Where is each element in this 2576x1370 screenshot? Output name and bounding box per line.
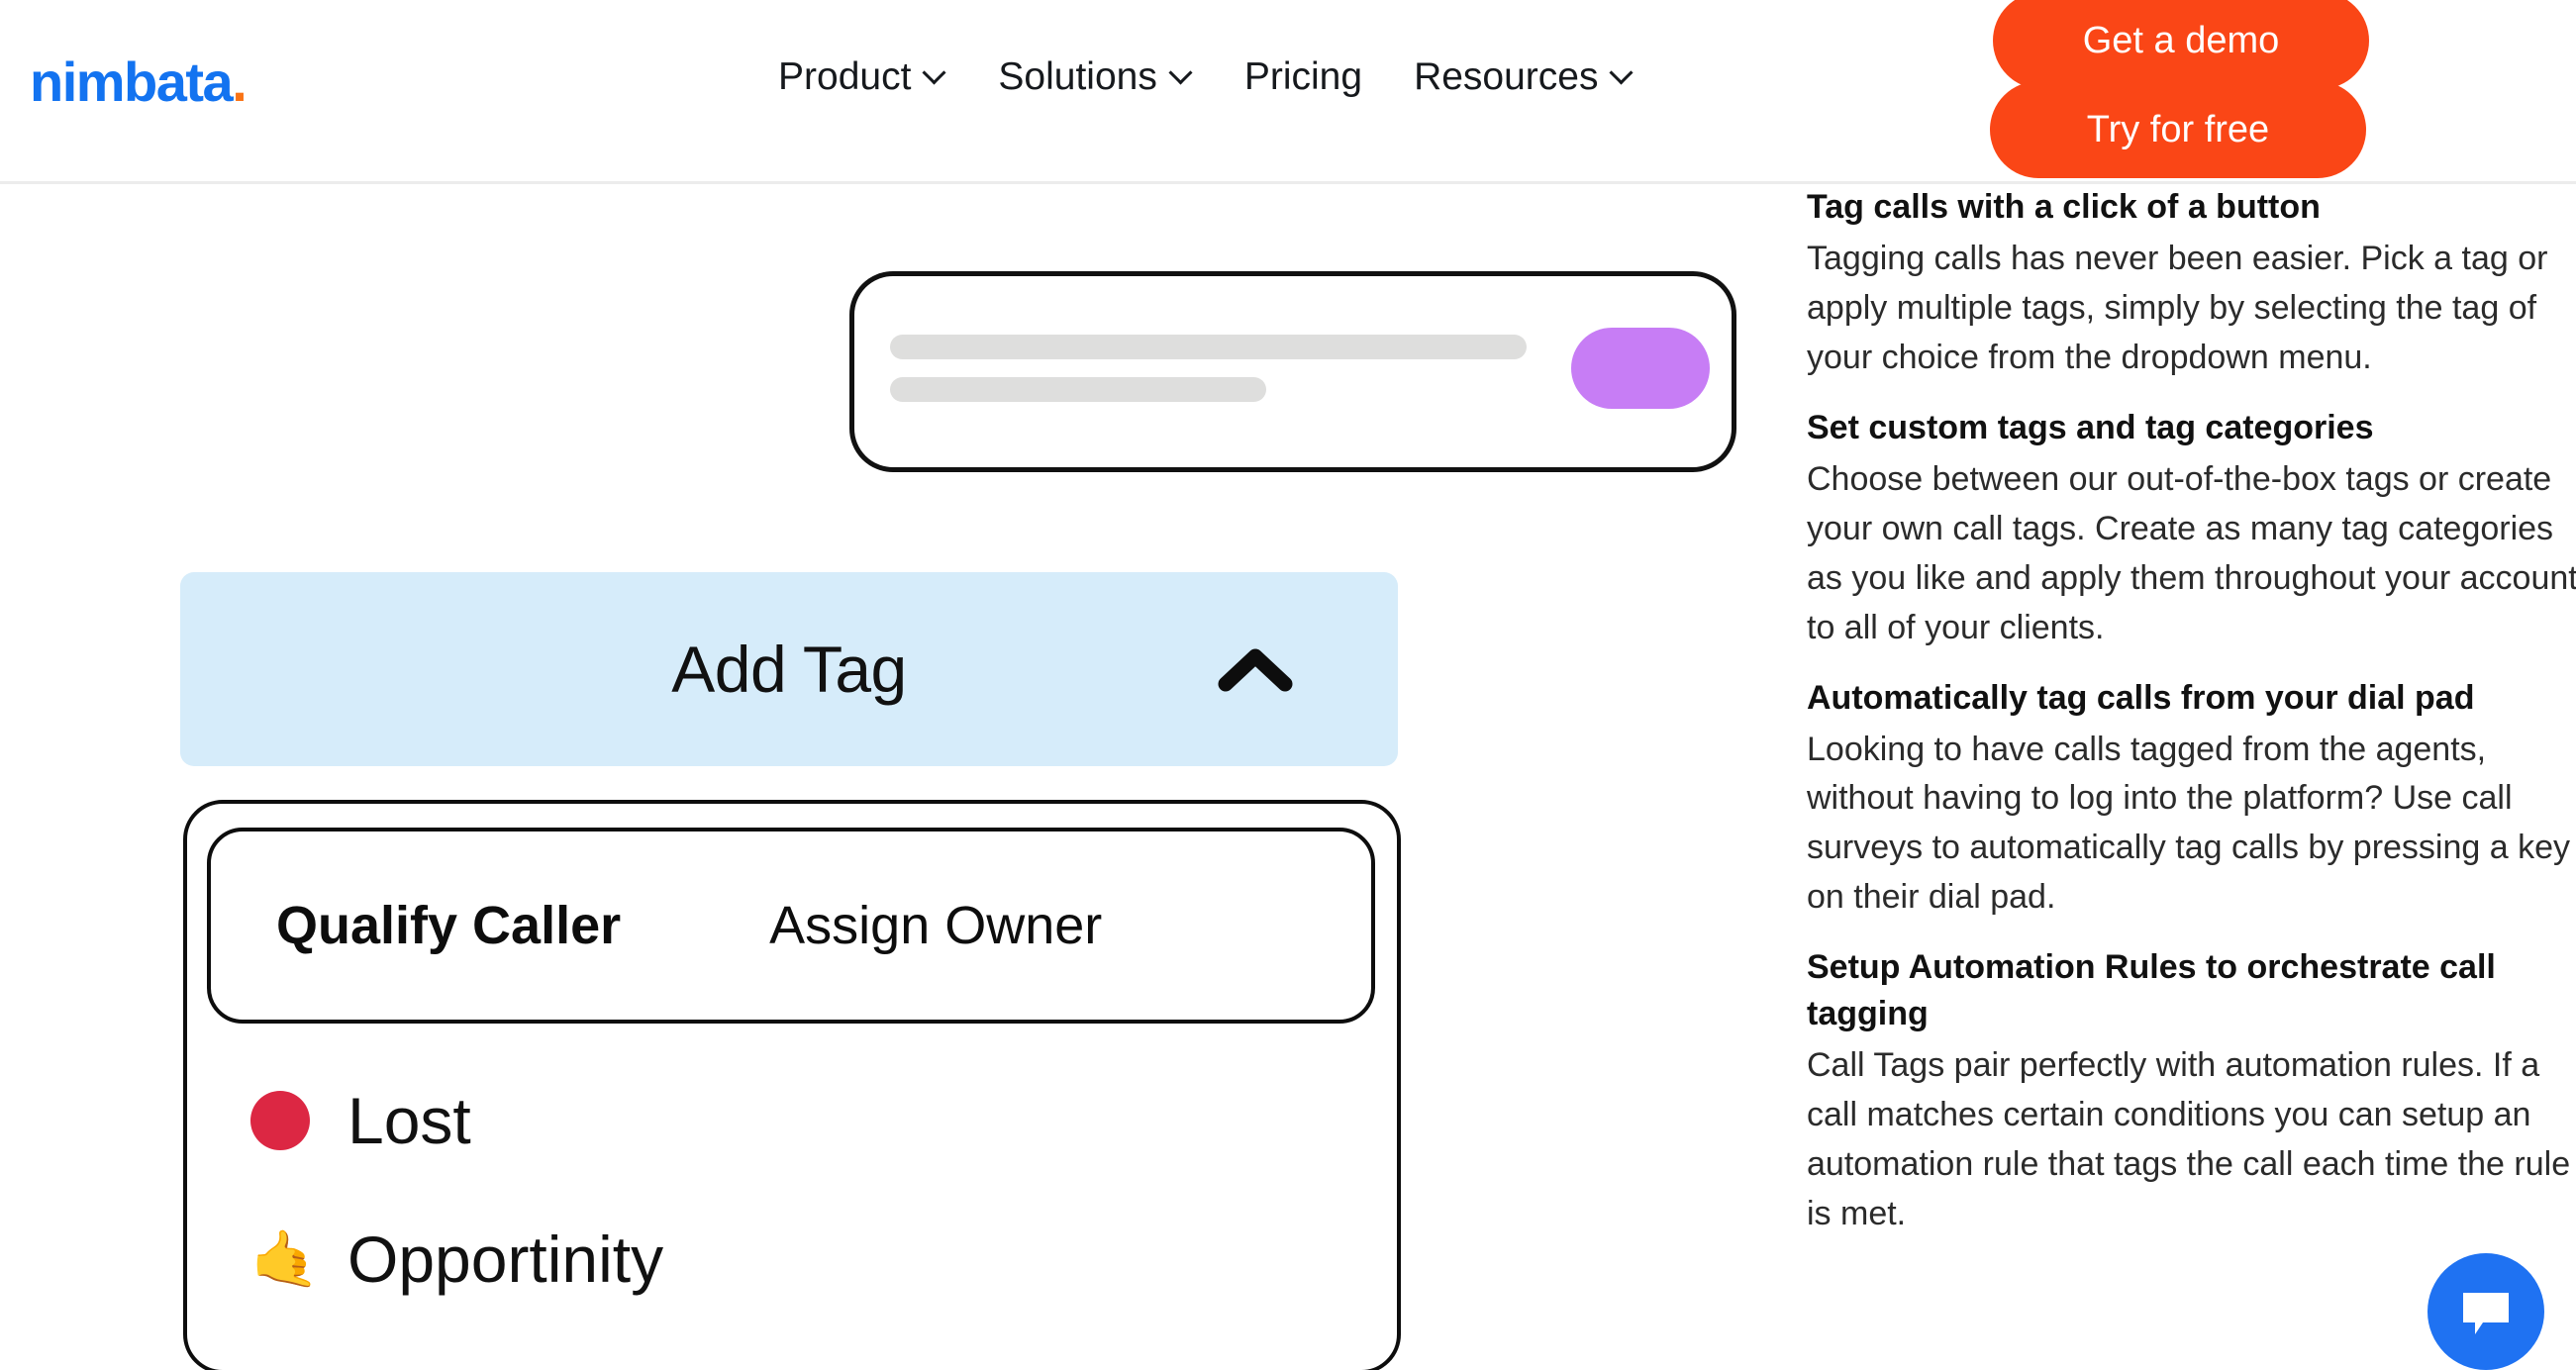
tag-color-dot-icon xyxy=(250,1091,310,1150)
tab-assign-owner[interactable]: Assign Owner xyxy=(769,899,1102,952)
chevron-down-icon xyxy=(1612,63,1634,85)
nav-item-label: Resources xyxy=(1414,57,1598,96)
feature-block: Automatically tag calls from your dial p… xyxy=(1807,675,2576,924)
feature-title: Set custom tags and tag categories xyxy=(1807,405,2576,451)
logo-text: nimbata xyxy=(30,50,232,113)
nav-item-label: Solutions xyxy=(998,57,1156,96)
feature-block: Set custom tags and tag categories Choos… xyxy=(1807,405,2576,653)
header-cta-group: Get a demo Try for free xyxy=(1993,0,2369,178)
nav-item-product[interactable]: Product xyxy=(752,57,972,96)
tag-label: Lost xyxy=(347,1088,471,1153)
chevron-up-icon[interactable] xyxy=(1218,646,1293,692)
tag-category-tabs: Qualify Caller Assign Owner xyxy=(207,828,1375,1024)
list-item[interactable]: Lost xyxy=(187,1051,1397,1190)
nav-item-label: Pricing xyxy=(1244,57,1362,96)
feature-title: Automatically tag calls from your dial p… xyxy=(1807,675,2576,722)
skeleton-bar-primary xyxy=(890,335,1527,359)
get-a-demo-button[interactable]: Get a demo xyxy=(1993,0,2369,89)
try-for-free-button[interactable]: Try for free xyxy=(1990,81,2366,178)
tag-label: Opportinity xyxy=(347,1226,663,1292)
feature-body: Tagging calls has never been easier. Pic… xyxy=(1807,235,2576,383)
call-me-hand-emoji-icon: 🤙 xyxy=(250,1231,310,1287)
feature-body: Call Tags pair perfectly with automation… xyxy=(1807,1041,2576,1239)
skeleton-bar-secondary xyxy=(890,377,1266,402)
main-navigation: Product Solutions Pricing Resources xyxy=(752,57,1659,96)
avatar xyxy=(1571,328,1710,409)
feature-body: Looking to have calls tagged from the ag… xyxy=(1807,726,2576,924)
add-tag-label: Add Tag xyxy=(671,636,907,702)
feature-title: Setup Automation Rules to orchestrate ca… xyxy=(1807,944,2500,1037)
feature-title: Tag calls with a click of a button xyxy=(1807,184,2576,231)
feature-list: Tag calls with a click of a button Taggi… xyxy=(1807,184,2576,1370)
nav-item-solutions[interactable]: Solutions xyxy=(972,57,1218,96)
feature-body: Choose between our out-of-the-box tags o… xyxy=(1807,455,2576,653)
tab-qualify-caller[interactable]: Qualify Caller xyxy=(276,899,621,952)
nav-item-resources[interactable]: Resources xyxy=(1388,57,1659,96)
logo[interactable]: nimbata. xyxy=(30,54,246,110)
nav-item-pricing[interactable]: Pricing xyxy=(1219,57,1388,96)
feature-block: Setup Automation Rules to orchestrate ca… xyxy=(1807,944,2576,1239)
call-record-card xyxy=(849,271,1736,472)
tag-selection-panel: Qualify Caller Assign Owner Lost 🤙 Oppor… xyxy=(183,800,1401,1370)
chevron-down-icon xyxy=(1171,63,1193,85)
list-item[interactable]: 🤙 Opportinity xyxy=(187,1190,1397,1328)
chat-bubble-icon xyxy=(2457,1283,2515,1340)
logo-dot: . xyxy=(232,50,246,113)
add-tag-banner[interactable]: Add Tag xyxy=(180,572,1398,766)
chevron-down-icon xyxy=(925,63,946,85)
chat-widget-button[interactable] xyxy=(2427,1253,2544,1370)
call-tagging-illustration: Add Tag Qualify Caller Assign Owner Lost… xyxy=(0,184,1802,1370)
nav-item-label: Product xyxy=(778,57,911,96)
feature-block: Tag calls with a click of a button Taggi… xyxy=(1807,184,2576,383)
site-header: nimbata. Product Solutions Pricing Resou… xyxy=(0,0,2576,184)
tag-options-list: Lost 🤙 Opportinity xyxy=(187,1051,1397,1328)
